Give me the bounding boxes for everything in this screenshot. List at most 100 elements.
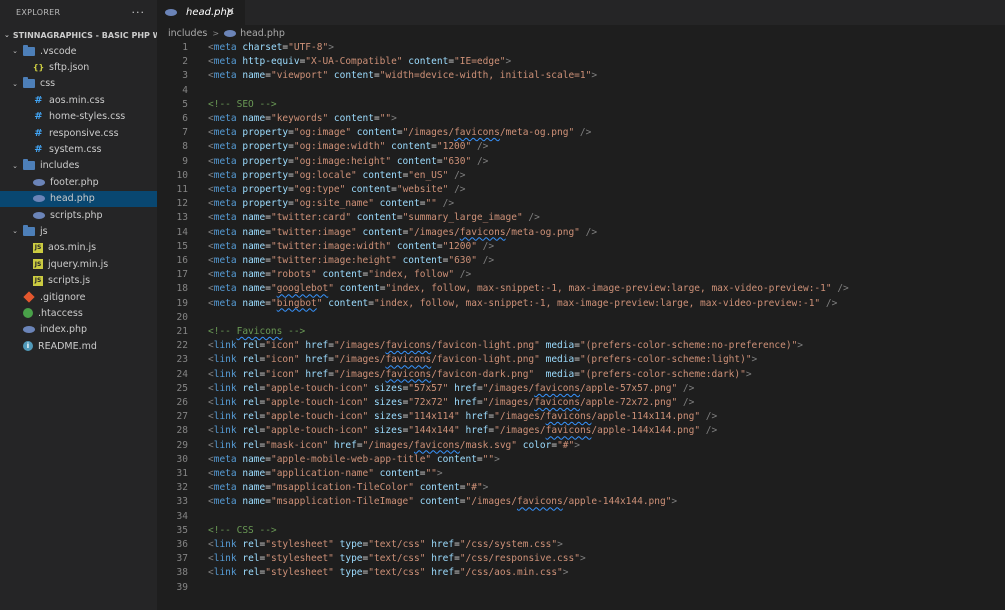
git-icon <box>23 291 35 303</box>
code-line: 10 <meta property="og:locale" content="en… <box>157 169 1005 183</box>
code-text: <link rel="mask-icon" href="/images/favi… <box>208 439 580 451</box>
tree-item-label: sftp.json <box>49 62 90 74</box>
breadcrumb-file[interactable]: head.php <box>240 28 285 39</box>
line-number: 34 <box>176 510 188 522</box>
chevron-down-icon: ⌄ <box>12 227 18 236</box>
line-number: 7 <box>182 127 188 139</box>
line-number: 20 <box>176 311 188 323</box>
tree-item-label: responsive.css <box>49 127 119 139</box>
chevron-down-icon: ⌄ <box>4 31 10 39</box>
tree-item[interactable]: .gitignore <box>0 289 157 305</box>
tree-item-label: aos.min.css <box>49 94 105 106</box>
tree-item[interactable]: i README.md <box>0 338 157 354</box>
tree-item[interactable]: # home-styles.css <box>0 109 157 125</box>
code-line: 22 <link rel="icon" href="/images/favicon… <box>157 339 1005 353</box>
code-line: 3 <meta name="viewport" content="width=de… <box>157 69 1005 83</box>
code-line: 37 <link rel="stylesheet" type="text/css"… <box>157 552 1005 566</box>
code-text: <!-- CSS --> <box>208 524 277 536</box>
line-number: 24 <box>176 368 188 380</box>
code-line: 29 <link rel="mask-icon" href="/images/fa… <box>157 439 1005 453</box>
tree-item-label: scripts.php <box>50 209 103 221</box>
code-text: <link rel="stylesheet" type="text/css" h… <box>208 553 586 565</box>
line-number: 18 <box>176 283 188 295</box>
tree-item[interactable]: JS scripts.js <box>0 272 157 288</box>
tree-item-label: .vscode <box>40 45 77 57</box>
tree-item[interactable]: footer.php <box>0 174 157 190</box>
tree-item[interactable]: JS jquery.min.js <box>0 256 157 272</box>
tree-item[interactable]: ⌄ css <box>0 76 157 92</box>
css-file-icon: # <box>34 94 43 106</box>
breadcrumb-separator: > <box>212 28 220 38</box>
tree-item[interactable]: .htaccess <box>0 305 157 321</box>
folder-icon <box>23 159 35 171</box>
code-text: <meta name="bingbot" content="index, fol… <box>208 297 838 309</box>
css-file-icon: # <box>34 111 43 123</box>
code-line: 23 <link rel="icon" href="/images/favicon… <box>157 353 1005 367</box>
code-text: <meta name="robots" content="index, foll… <box>208 269 472 281</box>
line-number: 38 <box>176 567 188 579</box>
code-text: <meta name="msapplication-TileColor" con… <box>208 482 489 494</box>
workspace-root[interactable]: ⌄ STINNAGRAPHICS - BASIC PHP W... <box>0 27 157 43</box>
code-text: <link rel="icon" href="/images/favicons/… <box>208 340 804 352</box>
tree-item[interactable]: # responsive.css <box>0 125 157 141</box>
code-line: 32 <meta name="msapplication-TileColor" c… <box>157 481 1005 495</box>
tree-item[interactable]: ⌄ js <box>0 223 157 239</box>
php-file-icon <box>33 195 45 203</box>
htaccess-file-icon <box>23 308 33 319</box>
line-number: 16 <box>176 255 188 266</box>
workspace-root-label: STINNAGRAPHICS - BASIC PHP W... <box>12 30 157 40</box>
tree-item[interactable]: # aos.min.css <box>0 92 157 108</box>
code-text: <link rel="stylesheet" type="text/css" h… <box>208 567 569 579</box>
code-text: <!-- SEO --> <box>208 98 277 110</box>
tree-item[interactable]: ⌄ .vscode <box>0 43 157 59</box>
code-text: <meta property="og:image" content="/imag… <box>208 127 592 139</box>
code-editor[interactable]: 1 <meta charset="UTF-8"> 2 <meta http-equiv… <box>157 40 1005 610</box>
line-number: 4 <box>182 84 188 96</box>
line-number: 22 <box>176 340 188 352</box>
chevron-down-icon: ⌄ <box>12 79 18 88</box>
tree-item[interactable]: scripts.php <box>0 207 157 223</box>
tree-item-label: head.php <box>50 193 95 205</box>
code-text: <link rel="apple-touch-icon" sizes="57x5… <box>208 382 695 394</box>
tab-head-php[interactable]: head.php ✕ <box>157 0 245 25</box>
code-line: 2 <meta http-equiv="X-UA-Compatible" cont… <box>157 55 1005 69</box>
tree-item-label: aos.min.js <box>48 242 97 254</box>
close-icon[interactable]: ✕ <box>226 5 235 18</box>
php-file-icon <box>33 178 45 186</box>
breadcrumb-folder[interactable]: includes <box>168 28 207 39</box>
line-number: 5 <box>182 98 188 110</box>
tree-item[interactable]: index.php <box>0 322 157 338</box>
line-number: 39 <box>176 581 188 593</box>
tree-item-label: jquery.min.js <box>48 258 109 270</box>
code-text: <meta property="og:site_name" content=""… <box>208 198 455 210</box>
tree-item-label: system.css <box>49 144 102 156</box>
code-line: 26 <link rel="apple-touch-icon" sizes="72… <box>157 396 1005 410</box>
code-text: <meta name="twitter:image:height" conten… <box>208 255 495 266</box>
more-actions-button[interactable]: ··· <box>132 6 146 19</box>
code-line: 39 <box>157 581 1005 595</box>
line-number: 36 <box>176 539 188 550</box>
js-file-icon: JS <box>33 275 43 286</box>
line-number: 10 <box>176 169 188 181</box>
code-line: 11 <meta property="og:type" content="webs… <box>157 183 1005 197</box>
tree-item-label: .htaccess <box>38 307 83 319</box>
tree-item[interactable]: {} sftp.json <box>0 59 157 75</box>
tree-item[interactable]: head.php <box>0 190 157 207</box>
line-number: 23 <box>176 354 188 366</box>
code-text: <meta name="twitter:image" content="/ima… <box>208 226 598 238</box>
code-line: 6 <meta name="keywords" content=""> <box>157 112 1005 126</box>
line-number: 27 <box>176 411 188 423</box>
code-text: <meta name="twitter:image:width" content… <box>208 240 495 252</box>
tree-item-label: includes <box>40 160 80 172</box>
tree-item[interactable]: JS aos.min.js <box>0 240 157 256</box>
code-text: <meta name="application-name" content=""… <box>208 468 443 479</box>
explorer-title: EXPLORER <box>16 8 61 17</box>
tree-item[interactable]: ⌄ includes <box>0 158 157 174</box>
folder-icon <box>23 44 35 56</box>
explorer-sidebar: EXPLORER ··· ⌄ STINNAGRAPHICS - BASIC PH… <box>0 0 157 610</box>
php-file-icon <box>33 211 45 219</box>
line-number: 17 <box>176 269 188 281</box>
tree-item[interactable]: # system.css <box>0 141 157 157</box>
code-text: <meta property="og:locale" content="en_U… <box>208 169 466 181</box>
code-text: <meta http-equiv="X-UA-Compatible" conte… <box>208 56 512 68</box>
